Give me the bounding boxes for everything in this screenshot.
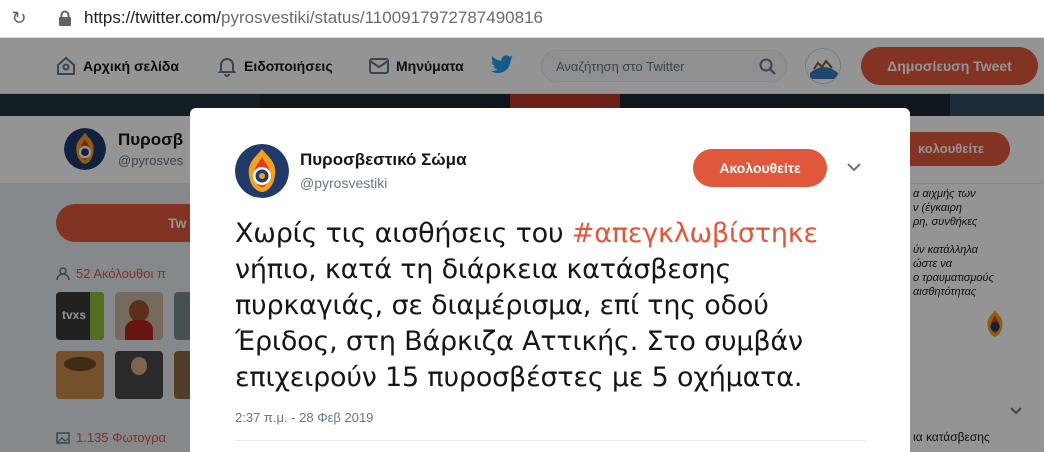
follow-button[interactable]: Ακολουθείτε	[693, 149, 827, 187]
reload-icon[interactable]: ↻	[8, 7, 30, 29]
url-host: https://twitter.com/	[84, 8, 221, 27]
url-path: pyrosvestiki/status/1100917972787490816	[221, 8, 543, 27]
tweet-text: Χωρίς τις αισθήσεις του #απεγκλωβίστηκε …	[235, 216, 855, 396]
tweet-text-end: νήπιο, κατά τη διάρκεια κατάσβεσης πυρκα…	[235, 254, 803, 393]
tweet-timestamp[interactable]: 2:37 π.μ. - 28 Φεβ 2019	[235, 410, 373, 425]
tweet-modal: Πυροσβεστικό Σώμα @pyrosvestiki Ακολουθε…	[190, 108, 910, 452]
tweet-text-start: Χωρίς τις αισθήσεις του	[235, 218, 572, 249]
browser-address-bar: ↻ https://twitter.com/pyrosvestiki/statu…	[0, 0, 1044, 38]
divider	[235, 440, 865, 441]
fire-service-logo	[235, 144, 289, 198]
tweet-author-avatar[interactable]	[235, 144, 289, 198]
chevron-down-icon[interactable]	[846, 162, 862, 172]
tweet-author-name[interactable]: Πυροσβεστικό Σώμα	[300, 150, 467, 170]
url-field[interactable]: https://twitter.com/pyrosvestiki/status/…	[84, 8, 543, 28]
hashtag-link[interactable]: #απεγκλωβίστηκε	[572, 218, 818, 249]
tweet-author-handle[interactable]: @pyrosvestiki	[300, 175, 387, 191]
lock-icon	[59, 10, 71, 26]
